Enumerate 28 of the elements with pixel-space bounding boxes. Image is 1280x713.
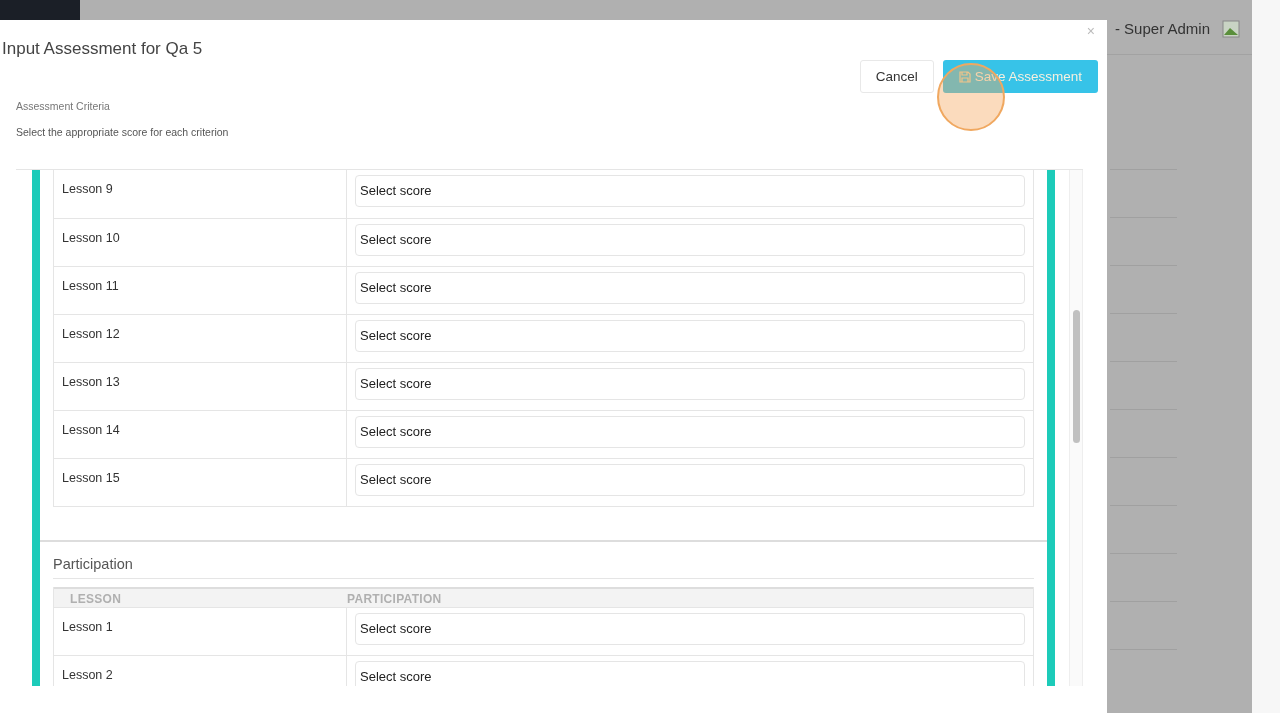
scrollbar-thumb[interactable] <box>1072 309 1080 443</box>
modal-title: Input Assessment for Qa 5 <box>1 38 204 60</box>
score-select[interactable]: Select score <box>355 415 1025 448</box>
lesson-label: Lesson 10 <box>62 230 120 245</box>
section-label: Assessment Criteria <box>16 99 111 115</box>
section-title: Participation <box>53 555 133 572</box>
score-select[interactable]: Select score <box>355 174 1025 207</box>
lesson-label: Lesson 9 <box>62 181 113 196</box>
instructions-text: Select the appropriate score for each criterion <box>16 125 230 140</box>
lesson-label: Lesson 14 <box>62 422 120 437</box>
lesson-label: Lesson 11 <box>62 278 119 293</box>
score-select[interactable]: Select score <box>355 319 1025 352</box>
lesson-label: Lesson 12 <box>62 326 120 341</box>
lesson-label: Lesson 2 <box>62 667 113 682</box>
broken-image-icon <box>1222 20 1240 38</box>
lesson-label: Lesson 13 <box>62 374 120 389</box>
lesson-label: Lesson 1 <box>62 619 113 634</box>
user-label: - Super Admin <box>1114 18 1210 39</box>
column-header: LESSON <box>70 591 122 606</box>
score-select[interactable]: Select score <box>355 367 1025 400</box>
score-select[interactable]: Select score <box>355 223 1025 256</box>
column-header: PARTICIPATION <box>347 591 442 606</box>
score-select[interactable]: Select score <box>355 660 1025 686</box>
cancel-button[interactable]: Cancel <box>859 60 934 94</box>
score-select[interactable]: Select score <box>355 463 1025 496</box>
lesson-label: Lesson 15 <box>62 470 120 485</box>
score-select[interactable]: Select score <box>355 612 1025 645</box>
score-select[interactable]: Select score <box>355 271 1025 304</box>
